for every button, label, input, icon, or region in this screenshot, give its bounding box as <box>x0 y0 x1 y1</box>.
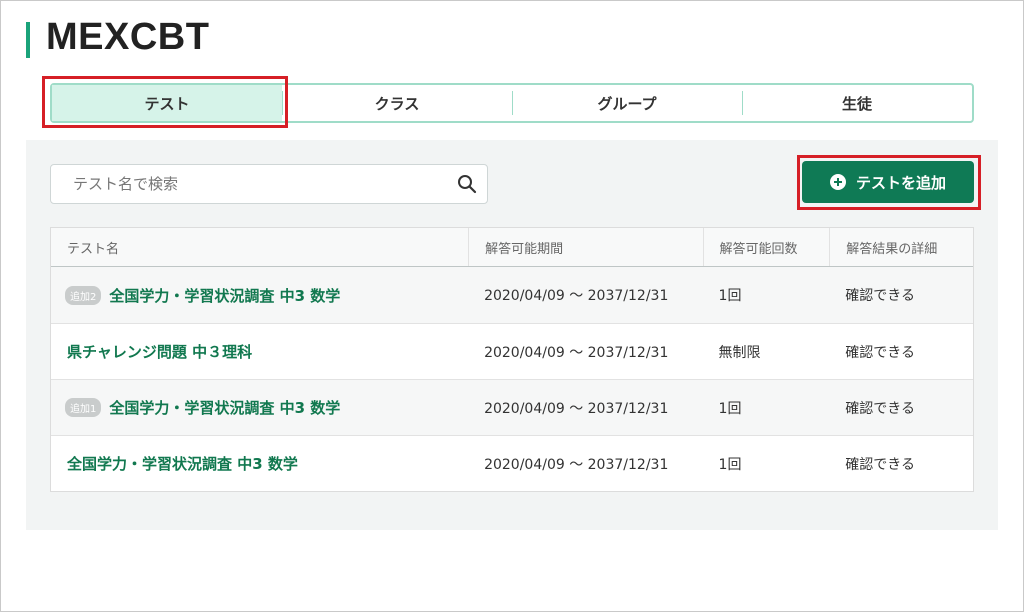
attempts-cell: 無制限 <box>718 344 761 361</box>
test-name-link[interactable]: 全国学力・学習状況調査 中3 数学 <box>67 453 298 474</box>
table-header-row: テスト名 解答可能期間 解答可能回数 解答結果の詳細 <box>51 228 973 267</box>
period-cell: 2020/04/09 〜 2037/12/31 <box>484 344 669 361</box>
result-detail-cell: 確認できる <box>845 288 916 304</box>
highlight-box-add-button <box>797 155 981 210</box>
table-row: 追加2 全国学力・学習状況調査 中3 数学 2020/04/09 〜 2037/… <box>51 267 973 323</box>
column-header-period: 解答可能期間 <box>468 228 702 266</box>
test-name-cell: 追加1 全国学力・学習状況調査 中3 数学 <box>51 380 468 435</box>
result-detail-cell: 確認できる <box>845 456 916 473</box>
search-input[interactable] <box>51 165 446 203</box>
test-name-link[interactable]: 全国学力・学習状況調査 中3 数学 <box>109 397 340 418</box>
test-name-cell: 県チャレンジ問題 中３理科 <box>51 324 468 379</box>
column-header-result-detail: 解答結果の詳細 <box>829 228 973 266</box>
column-header-attempts: 解答可能回数 <box>702 228 830 266</box>
search-icon[interactable] <box>457 174 477 194</box>
highlight-box-tab <box>42 76 288 128</box>
attempts-cell: 1回 <box>718 400 742 417</box>
table-row: 追加1 全国学力・学習状況調査 中3 数学 2020/04/09 〜 2037/… <box>51 379 973 435</box>
test-name-cell: 全国学力・学習状況調査 中3 数学 <box>51 436 468 491</box>
attempts-cell: 1回 <box>718 288 742 304</box>
search-box <box>50 164 488 204</box>
table-row: 県チャレンジ問題 中３理科 2020/04/09 〜 2037/12/31 無制… <box>51 323 973 379</box>
period-cell: 2020/04/09 〜 2037/12/31 <box>484 288 669 304</box>
tab-class[interactable]: クラス <box>282 85 512 121</box>
test-name-link[interactable]: 全国学力・学習状況調査 中3 数学 <box>109 285 340 306</box>
added-badge: 追加1 <box>65 398 102 417</box>
test-name-cell: 追加2 全国学力・学習状況調査 中3 数学 <box>51 267 468 323</box>
test-name-link[interactable]: 県チャレンジ問題 中３理科 <box>67 341 252 362</box>
page-title: MEXCBT <box>46 16 210 58</box>
tab-student[interactable]: 生徒 <box>742 85 972 121</box>
test-table: テスト名 解答可能期間 解答可能回数 解答結果の詳細 追加2 全国学力・学習状況… <box>50 227 974 492</box>
title-accent-bar <box>26 22 30 58</box>
period-cell: 2020/04/09 〜 2037/12/31 <box>484 400 669 417</box>
result-detail-cell: 確認できる <box>845 400 916 417</box>
attempts-cell: 1回 <box>718 456 742 473</box>
table-row: 全国学力・学習状況調査 中3 数学 2020/04/09 〜 2037/12/3… <box>51 435 973 491</box>
added-badge: 追加2 <box>65 285 102 305</box>
period-cell: 2020/04/09 〜 2037/12/31 <box>484 456 669 473</box>
column-header-test-name: テスト名 <box>67 241 120 257</box>
result-detail-cell: 確認できる <box>845 344 916 361</box>
tab-group[interactable]: グループ <box>512 85 742 121</box>
